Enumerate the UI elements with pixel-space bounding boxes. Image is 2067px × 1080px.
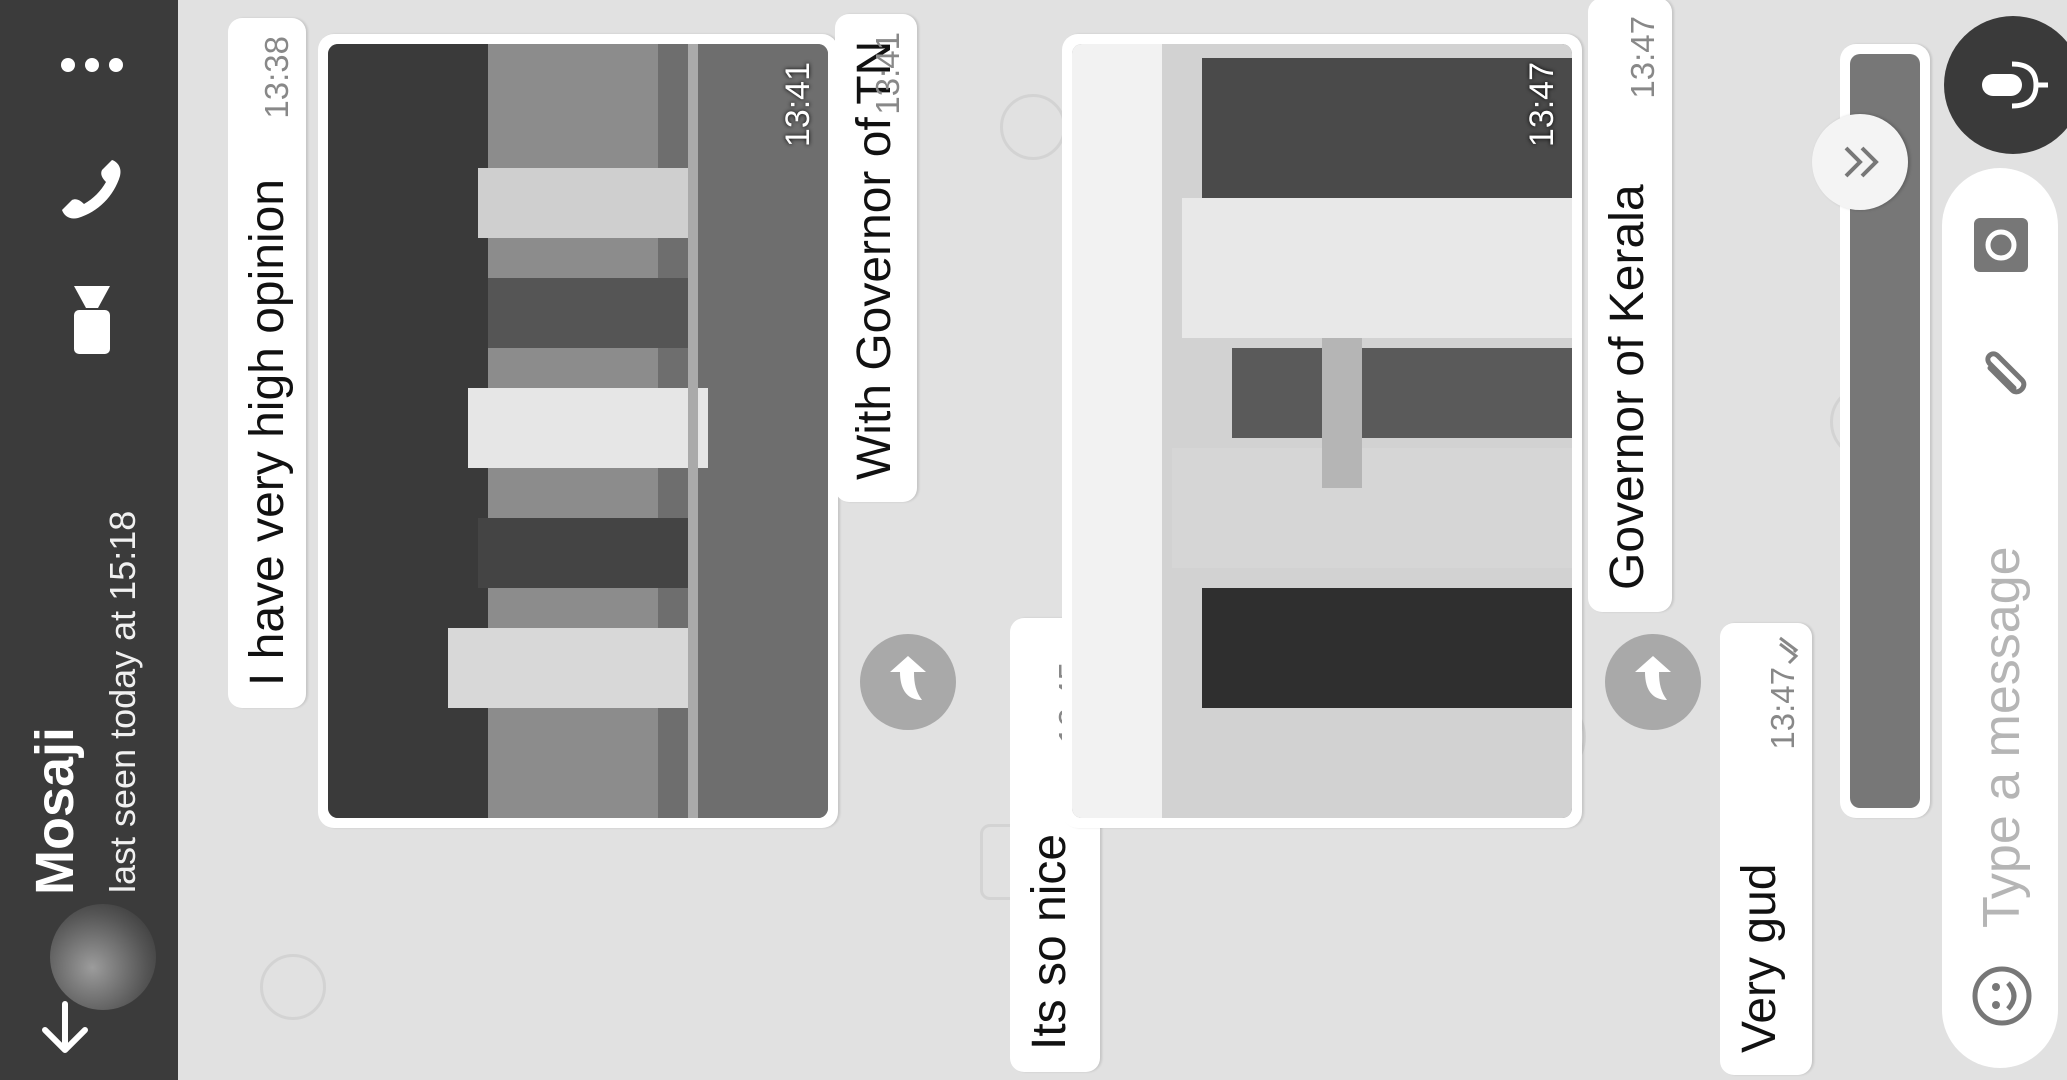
double-chevron-down-icon bbox=[1844, 146, 1879, 178]
forward-icon bbox=[890, 656, 926, 700]
image-time: 13:41 bbox=[779, 62, 817, 148]
message-text: Governor of Kerala bbox=[1601, 184, 1654, 590]
message-bubble-sent[interactable]: Very gud 13:47 bbox=[1720, 623, 1812, 1075]
last-seen-status: last seen today at 15:18 bbox=[102, 510, 143, 893]
forward-icon bbox=[1635, 656, 1671, 700]
camera-icon[interactable] bbox=[1968, 212, 2034, 278]
chat-header: Mosaji last seen today at 15:18 bbox=[0, 0, 178, 1080]
message-time: 13:38 bbox=[258, 36, 295, 119]
wallpaper-doodle bbox=[1000, 94, 1066, 160]
message-text: Its so nice bbox=[1023, 833, 1076, 1050]
more-vertical-icon[interactable] bbox=[52, 25, 132, 105]
double-check-icon bbox=[1779, 636, 1799, 665]
phone-icon[interactable] bbox=[52, 150, 132, 230]
attach-icon[interactable] bbox=[1970, 344, 2034, 408]
wallpaper-doodle bbox=[260, 954, 326, 1020]
contact-name[interactable]: Mosaji bbox=[24, 727, 86, 895]
photo-image bbox=[1072, 44, 1572, 818]
mic-button[interactable] bbox=[1944, 16, 2067, 154]
image-message[interactable]: 13:47 bbox=[1062, 34, 1582, 828]
message-bubble[interactable]: I have very high opinion 13:38 bbox=[228, 18, 306, 708]
message-bubble[interactable]: Governor of Kerala 13:47 bbox=[1588, 0, 1672, 612]
mic-icon bbox=[1982, 61, 2048, 109]
message-time: 13:41 bbox=[869, 32, 906, 115]
photo-image bbox=[328, 44, 828, 818]
photo-thumbnail[interactable]: 13:41 bbox=[328, 44, 828, 818]
message-input[interactable]: Type a message bbox=[1972, 546, 2032, 928]
forward-button[interactable] bbox=[860, 634, 956, 730]
video-call-icon[interactable] bbox=[52, 280, 132, 360]
message-composer[interactable]: Type a message bbox=[1942, 168, 2058, 1068]
contact-avatar[interactable] bbox=[50, 904, 156, 1010]
forward-button[interactable] bbox=[1605, 634, 1701, 730]
rotated-portrait-view: Mosaji last seen today at 15:18 I have v… bbox=[0, 0, 2067, 1080]
image-message[interactable]: 13:41 bbox=[318, 34, 838, 828]
emoji-icon[interactable] bbox=[1970, 964, 2034, 1028]
message-time: 13:47 bbox=[1624, 16, 1661, 99]
scroll-down-button[interactable] bbox=[1812, 114, 1908, 210]
chat-screen: Mosaji last seen today at 15:18 I have v… bbox=[0, 0, 2067, 1080]
message-bubble[interactable]: With Governor of TN 13:41 bbox=[835, 14, 917, 502]
message-text: I have very high opinion bbox=[241, 179, 294, 686]
message-time: 13:47 bbox=[1764, 667, 1801, 750]
message-text: Very gud bbox=[1733, 863, 1786, 1053]
image-time: 13:47 bbox=[1523, 62, 1561, 148]
photo-thumbnail[interactable]: 13:47 bbox=[1072, 44, 1572, 818]
